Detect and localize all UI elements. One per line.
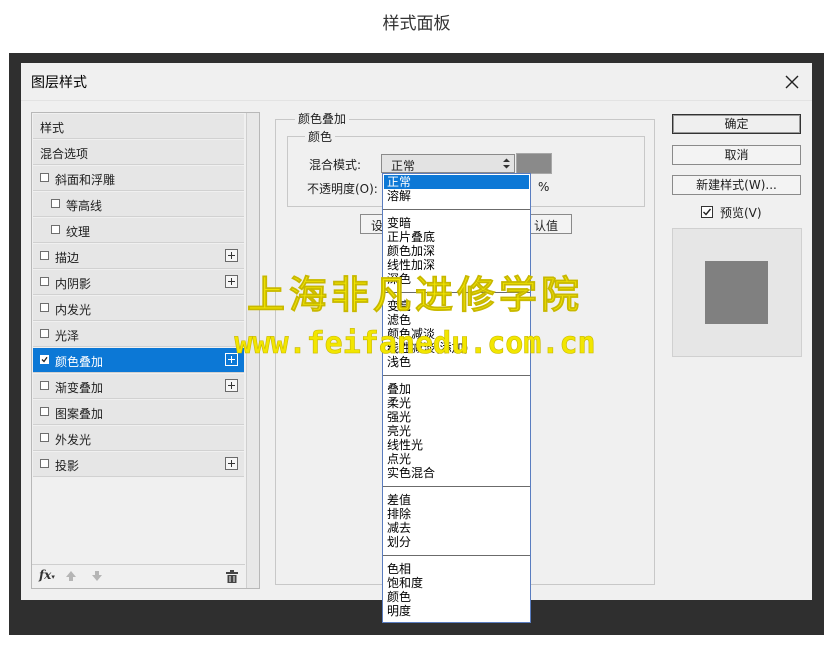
blend-mode-dropdown: 正常 溶解 变暗 正片叠底 颜色加深 线性加深 深色 变亮 滤色 颜色减淡 线性减淡(添加) 浅色 叠加… bbox=[382, 173, 531, 623]
style-list-label: 内发光 bbox=[55, 303, 92, 317]
group-title: 颜色叠加 bbox=[295, 110, 350, 127]
style-list-label: 图案叠加 bbox=[55, 407, 104, 421]
preview-checkbox[interactable] bbox=[701, 206, 713, 218]
add-effect-icon[interactable] bbox=[225, 379, 238, 392]
trash-icon[interactable] bbox=[226, 570, 238, 583]
close-icon[interactable] bbox=[781, 71, 803, 93]
blend-mode-option[interactable]: 柔光 bbox=[387, 396, 411, 410]
style-list-label: 纹理 bbox=[66, 225, 91, 239]
checkmark-icon bbox=[703, 208, 712, 216]
style-list-label: 投影 bbox=[55, 459, 80, 473]
style-checkbox[interactable] bbox=[40, 407, 49, 416]
blend-mode-option[interactable]: 差值 bbox=[387, 493, 411, 507]
style-list-item[interactable]: 投影 bbox=[33, 452, 244, 477]
preview-label: 预览(V) bbox=[720, 206, 762, 220]
style-checkbox[interactable] bbox=[40, 433, 49, 442]
style-list-item[interactable]: 渐变叠加 bbox=[33, 374, 244, 399]
blend-mode-option[interactable]: 划分 bbox=[387, 535, 411, 549]
blend-mode-option[interactable]: 颜色 bbox=[387, 590, 411, 604]
style-checkbox[interactable] bbox=[40, 173, 49, 182]
style-list-item[interactable]: 描边 bbox=[33, 244, 244, 269]
dialog-title: 图层样式 bbox=[31, 75, 87, 91]
blend-mode-option[interactable]: 正片叠底 bbox=[387, 230, 435, 244]
blend-mode-option[interactable]: 变暗 bbox=[387, 216, 411, 230]
style-checkbox[interactable] bbox=[40, 329, 49, 338]
style-list-label: 颜色叠加 bbox=[55, 355, 104, 369]
preview-swatch bbox=[705, 261, 768, 324]
checkmark-icon bbox=[41, 356, 48, 363]
select-arrows-icon bbox=[503, 158, 510, 169]
blend-mode-value: 正常 bbox=[391, 159, 416, 173]
blend-mode-option[interactable]: 色相 bbox=[387, 562, 411, 576]
blend-mode-option[interactable]: 实色混合 bbox=[387, 466, 435, 480]
overlay-color-swatch[interactable] bbox=[516, 153, 552, 174]
blend-mode-select[interactable]: 正常 bbox=[381, 154, 515, 173]
cancel-button[interactable]: 取消 bbox=[672, 145, 801, 165]
style-checkbox[interactable] bbox=[51, 199, 60, 208]
blend-mode-option[interactable]: 排除 bbox=[387, 507, 411, 521]
opacity-unit: % bbox=[538, 180, 550, 194]
style-checkbox[interactable] bbox=[40, 277, 49, 286]
style-checkbox[interactable] bbox=[40, 251, 49, 260]
blend-mode-option[interactable]: 溶解 bbox=[387, 189, 411, 203]
blend-mode-option[interactable]: 颜色加深 bbox=[387, 244, 435, 258]
opacity-label: 不透明度(O): bbox=[307, 182, 378, 196]
list-footer: fx▾ bbox=[32, 564, 245, 588]
style-list-label: 渐变叠加 bbox=[55, 381, 104, 395]
style-list-label: 内阴影 bbox=[55, 277, 92, 291]
style-list-item[interactable]: 图案叠加 bbox=[33, 400, 244, 425]
blend-mode-option[interactable]: 叠加 bbox=[387, 382, 411, 396]
reset-default-label: 认值 bbox=[534, 219, 559, 233]
ok-button[interactable]: 确定 bbox=[672, 114, 801, 134]
style-list-label: 光泽 bbox=[55, 329, 80, 343]
add-effect-icon[interactable] bbox=[225, 249, 238, 262]
svg-text:www.feifanedu.com.cn: www.feifanedu.com.cn bbox=[234, 326, 595, 361]
style-list-item[interactable]: 样式 bbox=[33, 114, 244, 139]
style-list-label: 斜面和浮雕 bbox=[55, 173, 116, 187]
svg-text:上海非凡进修学院: 上海非凡进修学院 bbox=[247, 273, 583, 317]
preview-box bbox=[672, 228, 802, 357]
style-list-item[interactable]: 混合选项 bbox=[33, 140, 244, 165]
style-list-label: 混合选项 bbox=[40, 147, 89, 161]
style-list-label: 等高线 bbox=[66, 199, 103, 213]
watermark-logo: 上海非凡进修学院 www.feifanedu.com.cn bbox=[234, 273, 596, 362]
dropdown-separator bbox=[383, 209, 530, 210]
subgroup-title: 颜色 bbox=[305, 128, 336, 145]
add-effect-icon[interactable] bbox=[225, 457, 238, 470]
blend-mode-option[interactable]: 明度 bbox=[387, 604, 411, 618]
blend-mode-label: 混合模式: bbox=[309, 158, 362, 172]
style-list-item[interactable]: 外发光 bbox=[33, 426, 244, 451]
blend-mode-option[interactable]: 强光 bbox=[387, 410, 411, 424]
style-list-label: 样式 bbox=[40, 121, 65, 135]
style-list-item[interactable]: 斜面和浮雕 bbox=[33, 166, 244, 191]
dropdown-separator bbox=[383, 555, 530, 556]
style-checkbox[interactable] bbox=[40, 459, 49, 468]
arrow-down-icon[interactable] bbox=[91, 570, 103, 582]
blend-mode-option[interactable]: 饱和度 bbox=[387, 576, 423, 590]
dropdown-separator bbox=[383, 375, 530, 376]
dropdown-separator bbox=[383, 486, 530, 487]
page-title: 样式面板 bbox=[382, 14, 451, 34]
blend-mode-option[interactable]: 点光 bbox=[387, 452, 411, 466]
style-checkbox[interactable] bbox=[40, 381, 49, 390]
blend-mode-option[interactable]: 减去 bbox=[387, 521, 411, 535]
style-list-item[interactable]: 纹理 bbox=[33, 218, 244, 243]
style-list-label: 外发光 bbox=[55, 433, 92, 447]
blend-mode-option[interactable]: 线性光 bbox=[387, 438, 423, 452]
title-divider bbox=[21, 100, 812, 101]
blend-mode-option[interactable]: 亮光 bbox=[387, 424, 411, 438]
style-list-item[interactable]: 等高线 bbox=[33, 192, 244, 217]
style-checkbox[interactable] bbox=[40, 355, 49, 364]
style-list-label: 描边 bbox=[55, 251, 80, 265]
fx-icon[interactable]: fx▾ bbox=[39, 568, 55, 582]
arrow-up-icon[interactable] bbox=[65, 570, 77, 582]
blend-mode-option[interactable]: 正常 bbox=[387, 175, 411, 189]
new-style-button[interactable]: 新建样式(W)... bbox=[672, 175, 801, 195]
style-checkbox[interactable] bbox=[51, 225, 60, 234]
style-checkbox[interactable] bbox=[40, 303, 49, 312]
